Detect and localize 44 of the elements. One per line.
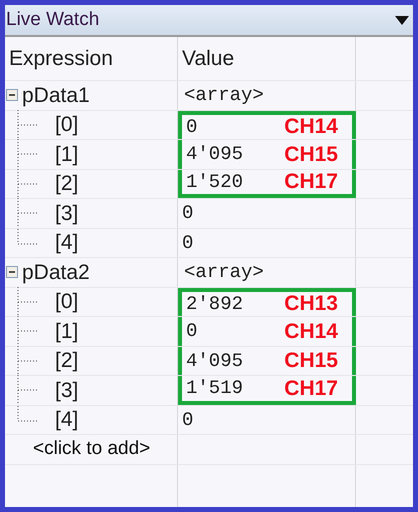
tree-line [17, 168, 39, 199]
value-text: 0 [182, 201, 194, 226]
expression-index: [0] [55, 112, 78, 138]
expression-index: [2] [55, 348, 78, 374]
value-text: 2'892 [186, 292, 244, 316]
tree-line [17, 110, 39, 140]
value-text: 1'520 [186, 170, 244, 194]
channel-annotation: CH17 [284, 169, 338, 195]
window-title: Live Watch [6, 8, 100, 32]
value-text: 4'095 [186, 348, 244, 374]
expression-index: [3] [55, 200, 78, 226]
channel-annotation: CH13 [284, 291, 338, 317]
expression-index: [1] [55, 142, 78, 168]
value-text: 4'095 [186, 142, 244, 167]
expression-name: pData1 [22, 82, 90, 108]
expression-index: [4] [55, 230, 78, 256]
dropdown-icon[interactable] [395, 16, 409, 24]
column-header[interactable]: Value [178, 37, 356, 80]
tree-line [17, 316, 39, 346]
expression-index: [3] [55, 378, 78, 404]
add-expression[interactable]: <click to add> [33, 435, 150, 464]
tree-line [17, 286, 39, 317]
channel-annotation: CH17 [284, 376, 338, 402]
value-text: 1'519 [186, 376, 244, 401]
collapse-icon[interactable] [6, 89, 18, 102]
channel-annotation: CH14 [284, 114, 338, 140]
channel-annotation: CH15 [284, 142, 338, 168]
tree-line [17, 139, 39, 170]
value-text: 0 [186, 319, 198, 344]
channel-annotation: CH14 [284, 318, 338, 344]
column-header[interactable]: Expression [5, 37, 178, 80]
expression-index: [0] [55, 289, 78, 315]
expression-index: [4] [55, 407, 78, 433]
expression-name: pData2 [22, 260, 90, 286]
value-text: <array> [184, 260, 264, 285]
value-text: 0 [182, 408, 194, 432]
channel-annotation: CH15 [284, 348, 338, 374]
collapse-icon[interactable] [6, 266, 18, 278]
value-text: 0 [186, 114, 198, 140]
value-text: 0 [182, 230, 194, 256]
value-text: <array> [184, 83, 264, 108]
expression-index: [2] [55, 171, 78, 197]
tree-line [17, 346, 39, 376]
expression-index: [1] [55, 318, 78, 344]
